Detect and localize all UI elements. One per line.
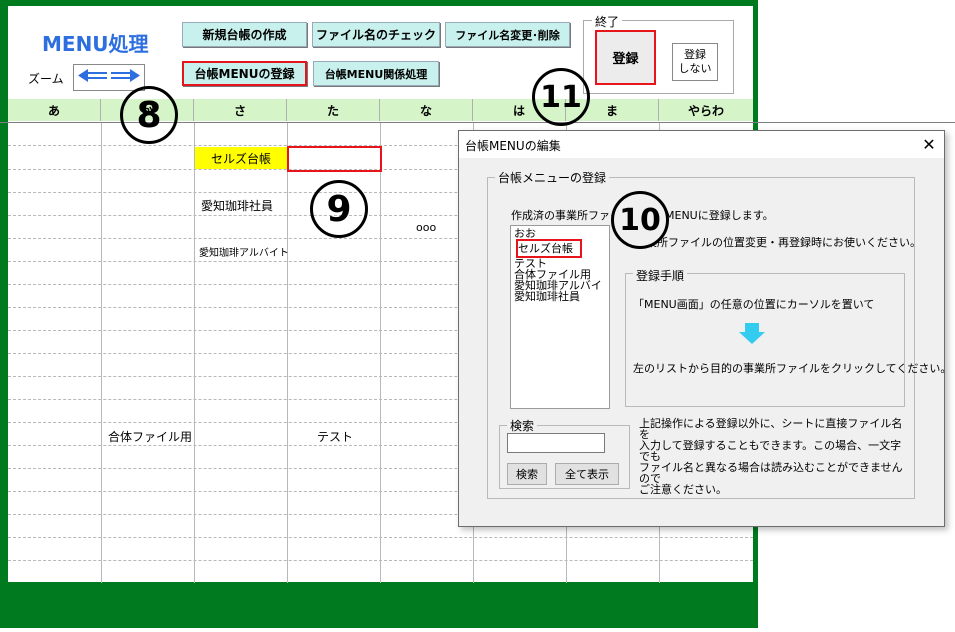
usage-text: 事業所ファイルの位置変更・再登録時にお使いください。: [635, 236, 921, 249]
note-line: 上記操作による登録以外に、シートに直接ファイル名を: [639, 417, 903, 441]
rename-delete-button[interactable]: ファイル名変更･削除: [445, 22, 570, 47]
list-item[interactable]: おお: [514, 228, 606, 239]
search-input[interactable]: [507, 433, 605, 453]
note-line: 入力して登録することもできます。この場合、一文字でも: [639, 439, 902, 463]
callout-8: 8: [120, 86, 178, 144]
grid-line: [8, 560, 753, 561]
selected-cell[interactable]: [287, 146, 382, 172]
dialog-title: 台帳MENUの編集: [465, 139, 561, 153]
column-header[interactable]: た: [287, 99, 380, 121]
zoom-arrows-icon: [78, 69, 140, 82]
column-header[interactable]: さ: [194, 99, 287, 121]
list-item[interactable]: セルズ台帳: [516, 239, 582, 258]
grid-line: [8, 537, 753, 538]
column-header[interactable]: な: [380, 99, 473, 121]
show-all-button[interactable]: 全て表示: [555, 463, 619, 485]
menu-related-button[interactable]: 台帳MENU関係処理: [313, 61, 439, 86]
arrow-down-icon: [737, 323, 767, 348]
cell-test[interactable]: テスト: [317, 428, 353, 445]
file-list[interactable]: おお セルズ台帳 テスト 合体ファイル用 愛知珈琲アルバイ 愛知珈琲社員: [510, 225, 610, 409]
callout-9: 9: [310, 180, 368, 238]
register-button[interactable]: 登録: [595, 30, 656, 85]
new-ledger-button[interactable]: 新規台帳の作成: [182, 22, 307, 47]
zoom-control[interactable]: [73, 64, 145, 91]
no-register-line2: しない: [678, 62, 712, 75]
cell-aichi-part[interactable]: 愛知珈琲アルバイト: [199, 244, 289, 259]
register-group-legend: 台帳メニューの登録: [495, 169, 610, 186]
procedure-step-1: 「MENU画面」の任意の位置にカーソルを置いて: [633, 298, 875, 311]
note-text: 上記操作による登録以外に、シートに直接ファイル名を 入力して登録することもできま…: [639, 418, 909, 495]
zoom-label: ズーム: [28, 72, 64, 86]
ledger-menu-dialog: 台帳MENUの編集 ✕ 台帳メニューの登録 作成済の事業所ファイルを台帳MENU…: [458, 130, 951, 527]
register-menu-button[interactable]: 台帳MENUの登録: [182, 61, 307, 86]
column-header[interactable]: やらわ: [659, 99, 753, 121]
no-register-button[interactable]: 登録 しない: [672, 43, 718, 81]
callout-11: 11: [532, 68, 590, 126]
procedure-step-2: 左のリストから目的の事業所ファイルをクリックしてください。: [633, 362, 952, 375]
close-icon[interactable]: ✕: [919, 134, 939, 154]
note-line: ご注意ください。: [639, 483, 727, 496]
procedure-group-legend: 登録手順: [633, 267, 688, 284]
no-register-line1: 登録: [684, 48, 706, 61]
check-filename-button[interactable]: ファイル名のチェック: [312, 22, 440, 47]
cell-cellz-ledger[interactable]: セルズ台帳: [195, 147, 287, 169]
callout-10: 10: [611, 191, 669, 249]
cell-aichi-staff[interactable]: 愛知珈琲社員: [201, 197, 273, 214]
search-group-legend: 検索: [507, 417, 538, 434]
finish-legend: 終了: [592, 13, 623, 30]
note-line: ファイル名と異なる場合は読み込むことができませんので: [639, 461, 903, 485]
search-button[interactable]: 検索: [507, 463, 547, 485]
list-item[interactable]: 愛知珈琲社員: [514, 291, 606, 302]
page-title: MENU処理: [42, 32, 149, 56]
cell-ooo[interactable]: ooo: [416, 221, 436, 234]
cell-combined-file[interactable]: 合体ファイル用: [108, 428, 192, 445]
column-header[interactable]: あ: [8, 99, 101, 121]
